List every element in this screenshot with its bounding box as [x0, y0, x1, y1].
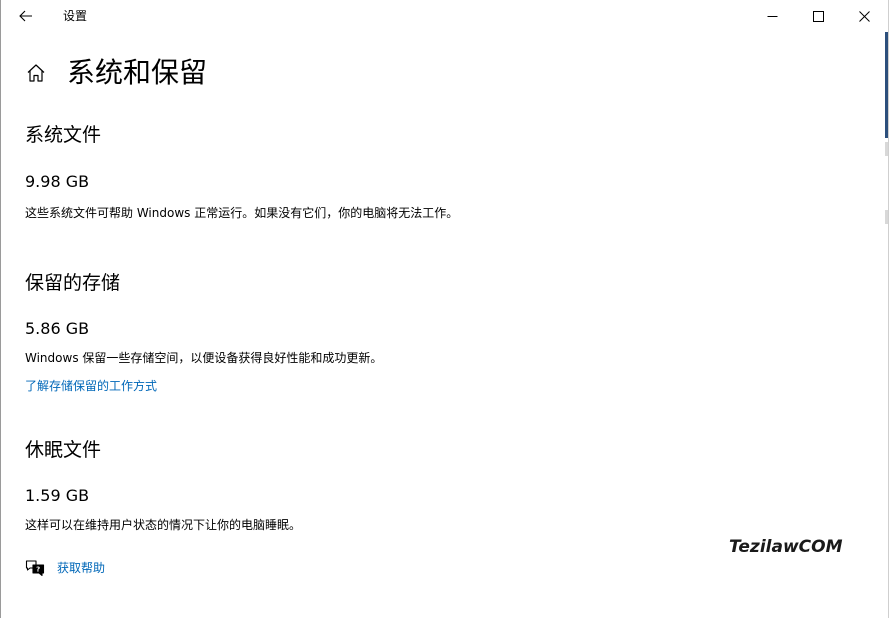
svg-text:?: ?: [36, 566, 40, 574]
title-bar: 设置: [1, 0, 888, 32]
hibernation-file-size: 1.59 GB: [25, 486, 90, 505]
home-icon: [27, 64, 45, 82]
maximize-button[interactable]: [795, 0, 841, 32]
section-title-system-files: 系统文件: [25, 124, 102, 146]
close-icon: [858, 10, 870, 22]
scrollbar-mark: [885, 210, 888, 224]
close-button[interactable]: [841, 0, 887, 32]
settings-window: 设置 系统和保留 系统文件 9.98 GB 这些系统文件可帮助 Windows …: [0, 0, 889, 618]
minimize-button[interactable]: [749, 0, 795, 32]
home-button[interactable]: [25, 62, 47, 84]
system-files-size: 9.98 GB: [25, 172, 90, 191]
get-help-row[interactable]: ? 获取帮助: [25, 558, 105, 578]
section-title-hibernation-file: 休眠文件: [25, 439, 102, 461]
window-title: 设置: [63, 9, 88, 23]
chat-help-icon: ?: [25, 559, 45, 577]
scrollbar-thumb[interactable]: [885, 32, 888, 138]
page-title: 系统和保留: [67, 56, 208, 89]
reserved-storage-description: Windows 保留一些存储空间，以便设备获得良好性能和成功更新。: [25, 351, 383, 365]
watermark-text: TezilawCOM: [729, 537, 843, 557]
get-help-link[interactable]: 获取帮助: [57, 559, 105, 577]
system-files-description: 这些系统文件可帮助 Windows 正常运行。如果没有它们，你的电脑将无法工作。: [25, 206, 459, 220]
reserved-storage-learn-more-link[interactable]: 了解存储保留的工作方式: [25, 377, 157, 395]
minimize-icon: [767, 15, 777, 17]
hibernation-file-description: 这样可以在维持用户状态的情况下让你的电脑睡眠。: [25, 518, 302, 532]
maximize-icon: [812, 10, 824, 22]
back-button[interactable]: [12, 2, 40, 30]
scrollbar-mark: [885, 142, 888, 156]
reserved-storage-size: 5.86 GB: [25, 319, 90, 338]
section-title-reserved-storage: 保留的存储: [25, 272, 121, 294]
arrow-left-icon: [19, 10, 32, 22]
